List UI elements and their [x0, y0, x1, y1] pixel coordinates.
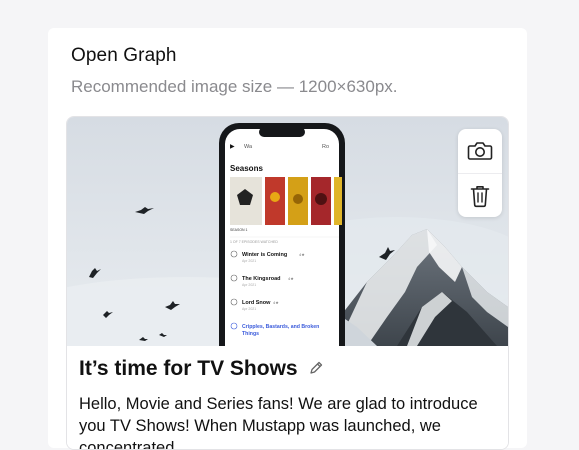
phone-episode-1-date: Apr 2021: [242, 259, 256, 263]
phone-nav-right: Ro: [322, 144, 329, 150]
og-image[interactable]: ▶ Wa Ro Seasons SEASON 1 1 OF 7 EPISODES…: [67, 117, 508, 346]
phone-nav-label: Wa: [244, 144, 253, 150]
trash-icon: [470, 186, 490, 208]
phone-episode-2: The Kingsroad: [242, 276, 281, 282]
section-title: Open Graph: [71, 45, 177, 66]
phone-episode-2-rating: 4★: [288, 276, 294, 281]
image-size-hint: Recommended image size — 1200×630px.: [71, 77, 398, 96]
phone-list-header: 1 OF 7 EPISODES WATCHED: [230, 240, 278, 244]
image-tools: [458, 129, 502, 217]
og-title-row[interactable]: It’s time for TV Shows: [79, 357, 323, 381]
delete-image-button[interactable]: [458, 173, 502, 218]
phone-episode-1-rating: 4★: [299, 252, 305, 257]
svg-text:▶: ▶: [230, 144, 235, 150]
open-graph-card: Open Graph Recommended image size — 1200…: [48, 28, 527, 450]
phone-episode-3-date: Apr 2021: [242, 307, 256, 311]
og-preview-card: ▶ Wa Ro Seasons SEASON 1 1 OF 7 EPISODES…: [66, 116, 509, 450]
og-description[interactable]: Hello, Movie and Series fans! We are gla…: [79, 393, 504, 449]
phone-episode-1: Winter is Coming: [242, 252, 287, 258]
og-text-area: It’s time for TV Shows Hello, Movie and …: [67, 346, 508, 449]
camera-icon: [467, 142, 493, 160]
edit-title-button[interactable]: [309, 357, 323, 381]
phone-episode-4-line-2: Things: [242, 331, 259, 337]
phone-season-label: SEASON 1: [230, 228, 248, 232]
phone-mockup: ▶ Wa Ro Seasons SEASON 1 1 OF 7 EPISODES…: [219, 123, 345, 346]
pencil-icon: [310, 362, 323, 375]
phone-heading: Seasons: [230, 164, 263, 173]
og-title[interactable]: It’s time for TV Shows: [79, 357, 298, 380]
og-image-artwork: ▶ Wa Ro Seasons SEASON 1 1 OF 7 EPISODES…: [67, 117, 508, 346]
phone-episode-3: Lord Snow: [242, 300, 271, 306]
phone-episode-3-rating: 4★: [273, 300, 279, 305]
phone-episode-2-date: Apr 2021: [242, 283, 256, 287]
change-image-button[interactable]: [458, 129, 502, 173]
phone-episode-4-line-1: Cripples, Bastards, and Broken: [242, 324, 319, 330]
